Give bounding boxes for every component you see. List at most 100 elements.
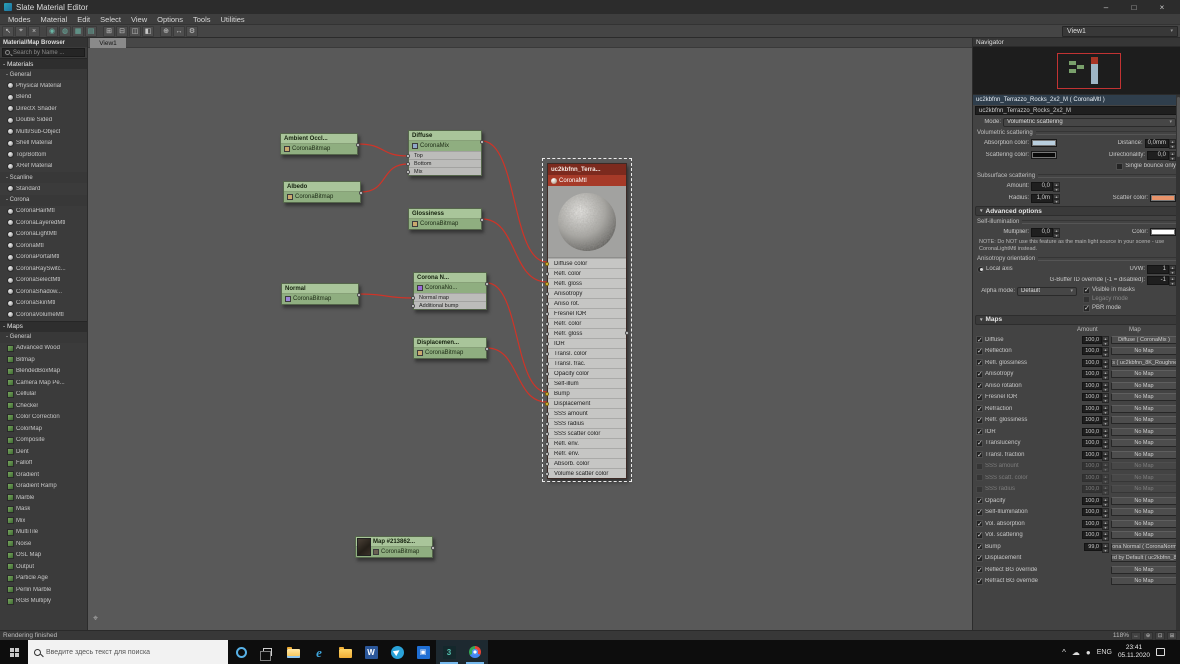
map-enable-checkbox[interactable] (976, 531, 983, 539)
amount-spinner[interactable]: 100,0 (1082, 427, 1109, 438)
displacement-map-node[interactable]: Displacemen... CoronaBitmap (413, 337, 489, 359)
assign-material-to-selection-icon[interactable]: ◉ (46, 25, 58, 37)
input-socket[interactable] (545, 341, 549, 346)
material-item-coronalightmtl[interactable]: CoronaLightMtl (0, 229, 87, 241)
map-item-gradient[interactable]: Gradient (0, 469, 87, 481)
map-enable-checkbox[interactable] (976, 370, 983, 378)
spinner-arrows[interactable] (1102, 347, 1109, 357)
spinner-arrows[interactable] (1053, 227, 1060, 238)
input-socket[interactable] (545, 311, 549, 316)
browser-section-maps[interactable]: - Maps (0, 320, 87, 332)
show-end-result-icon[interactable]: ▤ (85, 25, 97, 37)
spinner-arrows[interactable] (1102, 427, 1109, 438)
spinner-down-icon[interactable] (1053, 232, 1060, 238)
input-socket[interactable] (545, 301, 549, 306)
shield-icon[interactable]: ● (1086, 648, 1091, 657)
scattering-color-swatch[interactable] (1031, 151, 1057, 159)
output-socket[interactable] (480, 218, 484, 222)
spinner-down-icon[interactable] (1102, 386, 1109, 392)
amount-spinner[interactable]: 100,0 (1082, 519, 1109, 530)
menu-material[interactable]: Material (36, 15, 73, 24)
spinner-down-icon[interactable] (1102, 524, 1109, 530)
map-enable-checkbox[interactable] (976, 428, 983, 436)
input-socket[interactable] (545, 461, 549, 466)
map-slot-button[interactable]: No Map (1111, 577, 1177, 585)
navigator-minimap[interactable] (973, 47, 1180, 95)
amount-spinner[interactable]: 100,0 (1082, 416, 1109, 426)
edge-button[interactable]: e (306, 640, 332, 664)
material-item-xref-material[interactable]: XRef Material (0, 161, 87, 173)
selfillum-color-swatch[interactable] (1150, 228, 1176, 236)
pbr-mode-checkbox[interactable] (1083, 304, 1090, 312)
amount-spinner[interactable]: 100,0 (1082, 473, 1109, 484)
material-item-top-bottom[interactable]: Top/Bottom (0, 149, 87, 161)
map-enable-checkbox[interactable] (976, 359, 983, 367)
pan-tool-icon[interactable]: ↔ (173, 25, 185, 37)
sss-scatter-color-swatch[interactable] (1150, 194, 1176, 202)
spinner-down-icon[interactable] (1102, 363, 1109, 369)
options-icon[interactable]: ⚙ (186, 25, 198, 37)
cortana-button[interactable] (228, 640, 254, 664)
input-socket[interactable] (545, 441, 549, 446)
amount-spinner[interactable]: 100,0 (1082, 439, 1109, 449)
input-socket[interactable] (545, 401, 549, 406)
diffuse-mix-node[interactable]: Diffuse CoronaMix Top Bottom Mix (406, 130, 484, 176)
input-socket[interactable] (545, 331, 549, 336)
delete-selected-icon[interactable]: × (28, 25, 40, 37)
show-background-icon[interactable]: ▦ (72, 25, 84, 37)
map-item-bitmap[interactable]: Bitmap (0, 354, 87, 366)
map-213862-node[interactable]: Map #213862... CoronaBitmap (355, 536, 435, 558)
input-socket[interactable] (545, 281, 549, 286)
map-enable-checkbox[interactable] (976, 416, 983, 424)
amount-spinner[interactable]: 100,0 (1082, 393, 1109, 403)
input-socket[interactable] (545, 291, 549, 296)
corona-normal-node[interactable]: Corona N... CoronaNo... Normal map Addition… (411, 272, 489, 310)
zoom-extents-icon[interactable]: ⊡ (1155, 631, 1165, 640)
map-enable-checkbox[interactable] (976, 462, 983, 470)
multiplier-spinner[interactable]: 0,0 (1031, 227, 1060, 238)
zoom-region-icon[interactable]: ⊞ (1167, 631, 1177, 640)
material-item-coronavolumemtl[interactable]: CoronaVolumeMtl (0, 309, 87, 321)
input-socket[interactable] (545, 411, 549, 416)
map-enable-checkbox[interactable] (976, 554, 983, 562)
map-slot-button[interactable]: No Map (1111, 508, 1177, 516)
browser-group-general[interactable]: - General (0, 331, 87, 343)
single-bounce-checkbox[interactable] (1116, 162, 1124, 170)
amount-spinner[interactable]: 100,0 (1082, 335, 1109, 346)
map-slot-button[interactable]: No Map (1111, 496, 1177, 505)
select-tool-icon[interactable]: ↖ (2, 25, 14, 37)
amount-spinner[interactable]: 100,0 (1082, 404, 1109, 415)
spinner-down-icon[interactable] (1169, 269, 1176, 275)
map-item-gradient-ramp[interactable]: Gradient Ramp (0, 481, 87, 493)
view-selector-dropdown[interactable]: View1 ▾ (1062, 25, 1178, 37)
map-enable-checkbox[interactable] (976, 543, 983, 551)
map-item-dent[interactable]: Dent (0, 446, 87, 458)
spinner-down-icon[interactable] (1102, 409, 1109, 415)
navigator-header[interactable]: Navigator (973, 38, 1180, 47)
map-item-noise[interactable]: Noise (0, 538, 87, 550)
tray-expand-icon[interactable]: ^ (1062, 648, 1066, 657)
input-socket[interactable] (545, 381, 549, 386)
input-socket[interactable] (545, 361, 549, 366)
output-socket[interactable] (356, 143, 360, 147)
amount-spinner[interactable]: 100,0 (1082, 450, 1109, 461)
menu-select[interactable]: Select (95, 15, 126, 24)
input-socket[interactable] (545, 371, 549, 376)
output-socket[interactable] (625, 331, 629, 335)
map-item-marble[interactable]: Marble (0, 492, 87, 504)
map-enable-checkbox[interactable] (976, 382, 983, 390)
map-item-color-correction[interactable]: Color Correction (0, 412, 87, 424)
advanced-options-rollout[interactable]: Advanced options (975, 206, 1178, 216)
amount-spinner[interactable]: 100,0 (1082, 485, 1109, 495)
spinner-down-icon[interactable] (1169, 155, 1176, 161)
spinner-arrows[interactable] (1102, 381, 1109, 392)
cloud-icon[interactable]: ☁ (1072, 648, 1080, 657)
output-socket[interactable] (485, 347, 489, 351)
chrome-button[interactable] (462, 640, 488, 664)
map-enable-checkbox[interactable] (976, 405, 983, 413)
input-socket[interactable] (545, 261, 549, 266)
taskbar-search-input[interactable]: Введите здесь текст для поиска (28, 640, 228, 664)
node-canvas[interactable]: uc2kbfnn_Terra... CoronaMtl Diffuse colo… (88, 38, 972, 630)
maps-rollout[interactable]: Maps (975, 314, 1178, 325)
layout-all-icon[interactable]: ⊞ (103, 25, 115, 37)
